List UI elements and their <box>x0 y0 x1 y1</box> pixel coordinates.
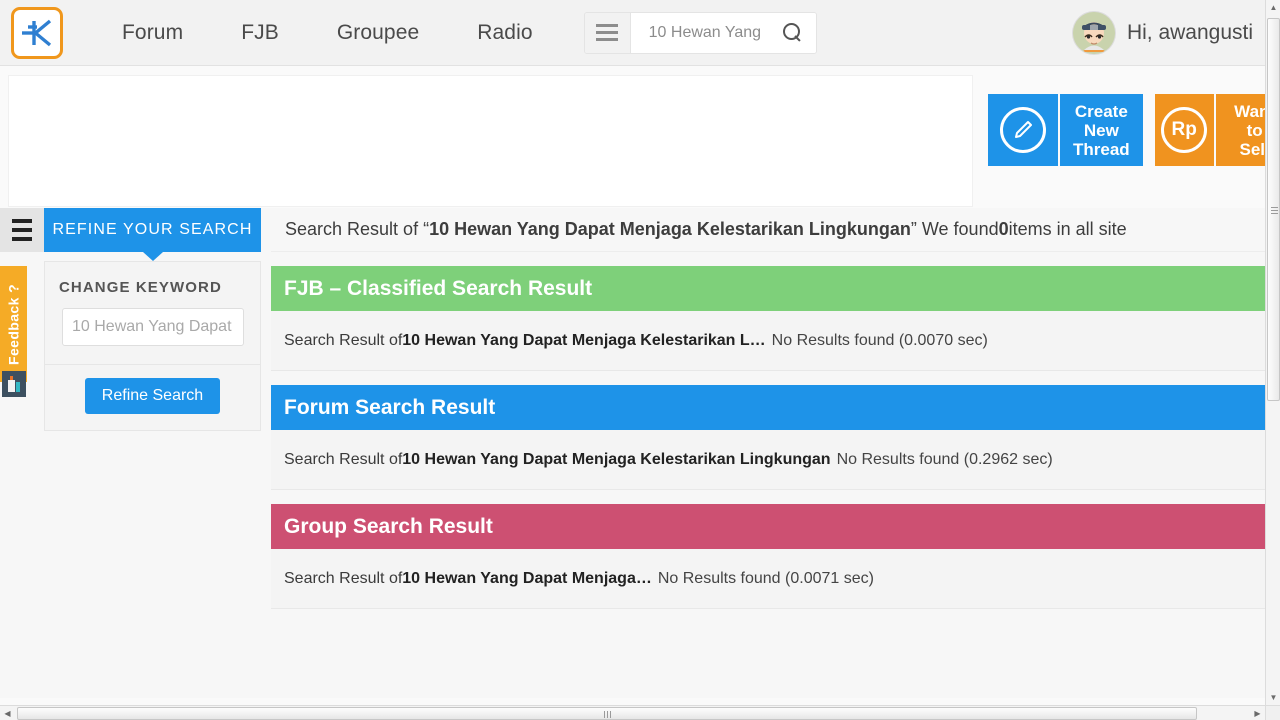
section-title: FJB – Classified Search Result <box>271 266 1265 311</box>
hamburger-line <box>596 38 619 41</box>
search-summary: Search Result of “10 Hewan Yang Dapat Me… <box>271 208 1265 252</box>
search-field-wrap <box>630 12 816 53</box>
hamburger-line <box>12 219 32 223</box>
avatar-image <box>1072 12 1115 54</box>
ad-banner-placeholder <box>8 75 973 207</box>
summary-suffix: items in all site <box>1008 219 1127 239</box>
create-new-thread-label: Create New Thread <box>1060 94 1143 166</box>
rupiah-icon-ring: Rp <box>1161 107 1208 153</box>
page-root: Forum FJB Groupee Radio 10 Hewan Yang Hi… <box>0 0 1280 720</box>
scrollbar-corner <box>1265 705 1280 720</box>
kaskus-k-icon <box>22 19 52 46</box>
horizontal-scrollbar-thumb[interactable] <box>17 707 1197 720</box>
body-query: 10 Hewan Yang Dapat Menjaga Kelestarikan… <box>402 331 766 349</box>
search-results-column: Search Result of “10 Hewan Yang Dapat Me… <box>261 208 1265 609</box>
horizontal-scrollbar[interactable]: ◀ ▶ <box>0 705 1265 720</box>
main-content: REFINE YOUR SEARCH CHANGE KEYWORD Refine… <box>0 208 1265 609</box>
nav-item-radio[interactable]: Radio <box>448 21 561 45</box>
summary-count: 0 <box>998 219 1009 239</box>
nav-item-groupee[interactable]: Groupee <box>308 21 448 45</box>
user-account-area: Hi, awangusti <box>1072 0 1253 66</box>
change-keyword-input[interactable] <box>62 308 244 346</box>
section-fjb-classified: FJB – Classified Search Result Search Re… <box>271 266 1265 371</box>
avatar[interactable] <box>1072 12 1115 54</box>
rupiah-icon: Rp <box>1154 94 1214 166</box>
want-to-sell-label: Want to Sell <box>1215 94 1265 166</box>
browser-viewport: Forum FJB Groupee Radio 10 Hewan Yang Hi… <box>0 0 1265 698</box>
refine-search-button[interactable]: Refine Search <box>84 378 221 414</box>
search-icon[interactable] <box>782 23 802 42</box>
body-status: No Results found (0.0071 sec) <box>657 569 874 587</box>
hamburger-line <box>596 24 619 27</box>
feedback-tab[interactable]: Feedback ? <box>0 266 27 382</box>
user-greeting[interactable]: Hi, awangusti <box>1127 21 1253 45</box>
primary-nav: Forum FJB Groupee Radio <box>93 21 562 45</box>
site-logo[interactable] <box>11 6 63 59</box>
body-prefix: Search Result of <box>284 450 403 468</box>
section-title: Forum Search Result <box>271 385 1265 430</box>
section-forum: Forum Search Result Search Result of 10 … <box>271 385 1265 490</box>
body-status: No Results found (0.2962 sec) <box>836 450 1053 468</box>
body-status: No Results found (0.0070 sec) <box>771 331 988 349</box>
pencil-icon <box>988 94 1058 166</box>
body-prefix: Search Result of <box>284 569 403 587</box>
banner-row: Create New Thread Rp Want to Sell <box>0 66 1265 208</box>
search-bar <box>583 11 817 54</box>
create-new-thread-button[interactable]: Create New Thread <box>988 94 1143 166</box>
body-query: 10 Hewan Yang Dapat Menjaga… <box>402 569 652 587</box>
top-navigation-bar: Forum FJB Groupee Radio 10 Hewan Yang Hi… <box>0 0 1265 66</box>
scroll-down-arrow-icon[interactable]: ▼ <box>1266 690 1280 705</box>
cta-button-group: Create New Thread Rp Want to Sell <box>988 94 1265 166</box>
section-group: Group Search Result Search Result of 10 … <box>271 504 1265 609</box>
body-prefix: Search Result of <box>284 331 403 349</box>
sidebar-toggle-hamburger-icon[interactable] <box>0 208 44 252</box>
change-keyword-label: CHANGE KEYWORD <box>59 279 222 296</box>
body-query: 10 Hewan Yang Dapat Menjaga Kelestarikan… <box>402 450 831 468</box>
section-body: Search Result of 10 Hewan Yang Dapat Men… <box>271 549 1265 609</box>
section-title: Group Search Result <box>271 504 1265 549</box>
section-body: Search Result of 10 Hewan Yang Dapat Men… <box>271 430 1265 490</box>
scroll-right-arrow-icon[interactable]: ▶ <box>1250 706 1265 720</box>
vertical-scrollbar-thumb[interactable] <box>1267 18 1280 401</box>
summary-prefix: Search Result of “ <box>285 219 430 239</box>
summary-query: 10 Hewan Yang Dapat Menjaga Kelestarikan… <box>429 219 911 239</box>
hamburger-line <box>12 228 32 232</box>
pencil-glyph <box>1015 121 1032 138</box>
feedback-glyph <box>8 376 20 392</box>
search-input[interactable] <box>646 22 782 43</box>
section-body: Search Result of 10 Hewan Yang Dapat Men… <box>271 311 1265 371</box>
vertical-scrollbar[interactable]: ▲ ▼ <box>1265 0 1280 705</box>
summary-middle: ” We found <box>910 219 999 239</box>
hamburger-line <box>12 237 32 241</box>
nav-item-fjb[interactable]: FJB <box>212 21 308 45</box>
nav-item-forum[interactable]: Forum <box>93 21 212 45</box>
search-category-hamburger-icon[interactable] <box>584 12 631 53</box>
scroll-up-arrow-icon[interactable]: ▲ <box>1266 0 1280 15</box>
want-to-sell-button[interactable]: Rp Want to Sell <box>1154 94 1265 166</box>
refine-sidebar: REFINE YOUR SEARCH CHANGE KEYWORD Refine… <box>44 208 261 431</box>
feedback-icon[interactable] <box>2 371 26 397</box>
refine-your-search-header[interactable]: REFINE YOUR SEARCH <box>44 208 261 252</box>
hamburger-line <box>596 31 619 34</box>
scroll-left-arrow-icon[interactable]: ◀ <box>0 706 15 720</box>
pencil-icon-ring <box>1000 107 1046 153</box>
refine-panel-body: CHANGE KEYWORD Refine Search <box>44 261 261 431</box>
refine-panel-footer: Refine Search <box>45 364 260 430</box>
